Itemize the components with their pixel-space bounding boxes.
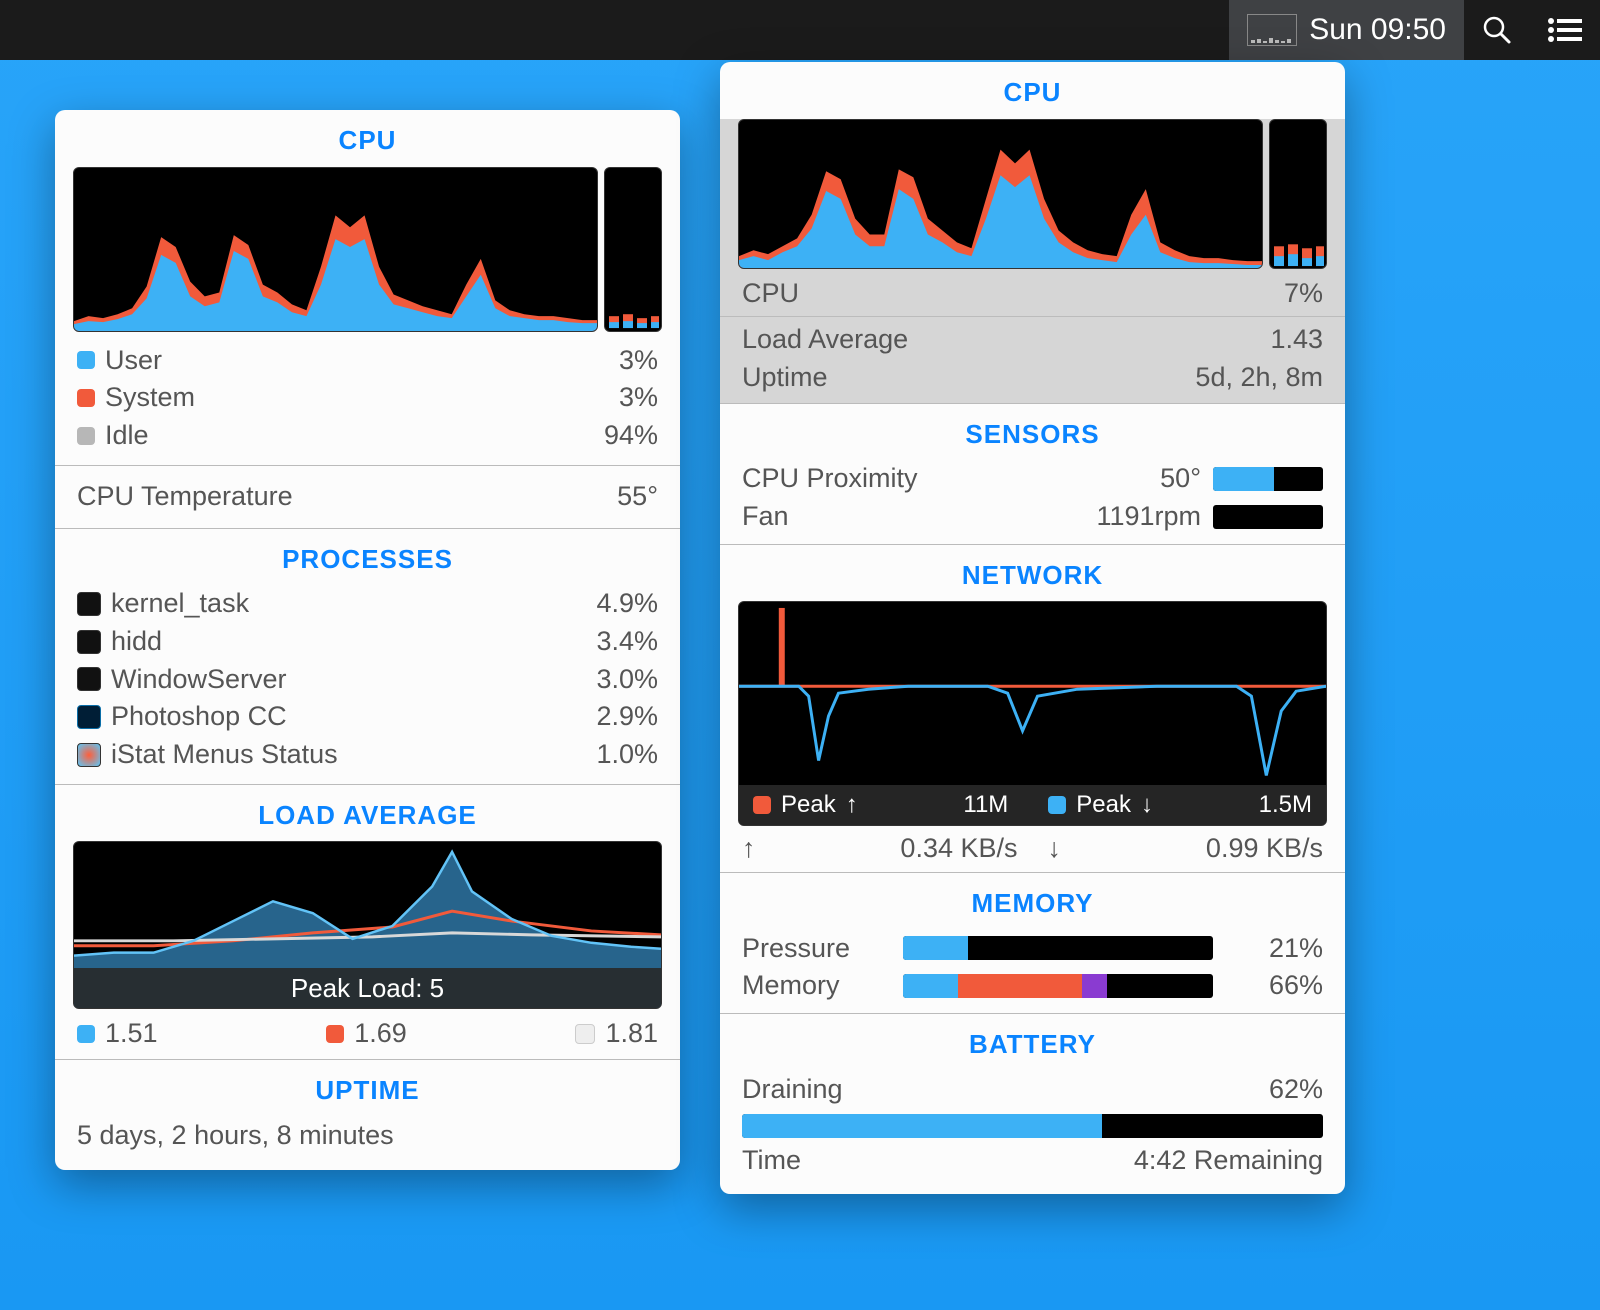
battery-bar xyxy=(742,1114,1323,1138)
swatch-blue-icon xyxy=(77,1025,95,1043)
swatch-red-icon xyxy=(753,796,771,814)
menubar-istat-item[interactable]: Sun 09:50 xyxy=(1229,0,1464,60)
cpu-idle-value: 94% xyxy=(604,419,658,453)
uptime-row: 5 days, 2 hours, 8 minutes xyxy=(55,1117,680,1171)
right-cpu-title: CPU xyxy=(720,62,1345,119)
process-row-1[interactable]: hidd 3.4% xyxy=(55,623,680,661)
cpu-temp-row: CPU Temperature 55° xyxy=(55,466,680,528)
right-cpu-row: CPU 7% xyxy=(720,269,1345,313)
swatch-blue-icon xyxy=(1048,796,1066,814)
terminal-icon xyxy=(77,630,101,654)
load-avg-title: LOAD AVERAGE xyxy=(55,785,680,842)
swatch-red-icon xyxy=(326,1025,344,1043)
uptime-title: UPTIME xyxy=(55,1060,680,1117)
arrow-up-icon: ↑ xyxy=(846,790,858,820)
memory-usage-row: Memory 66% xyxy=(720,967,1345,1005)
process-row-4[interactable]: iStat Menus Status 1.0% xyxy=(55,736,680,774)
terminal-icon xyxy=(77,667,101,691)
cpu-system-label: System xyxy=(105,381,195,415)
memory-pressure-row: Pressure 21% xyxy=(720,930,1345,968)
right-panel: CPU CPU 7% Load Av xyxy=(720,62,1345,1194)
swatch-grey-icon xyxy=(77,427,95,445)
right-loadavg-row: Load Average 1.43 xyxy=(720,321,1345,359)
cpu-user-row: User 3% xyxy=(55,342,680,380)
swatch-red-icon xyxy=(77,389,95,407)
process-row-2[interactable]: WindowServer 3.0% xyxy=(55,661,680,699)
processes-title: PROCESSES xyxy=(55,529,680,586)
sensor-fan-row: Fan 1191rpm xyxy=(720,498,1345,536)
istat-icon xyxy=(77,743,101,767)
network-title: NETWORK xyxy=(720,545,1345,602)
sensors-title: SENSORS xyxy=(720,404,1345,461)
battery-title: BATTERY xyxy=(720,1014,1345,1071)
cpu-system-value: 3% xyxy=(619,381,658,415)
menubar-list[interactable] xyxy=(1530,0,1600,60)
cpu-idle-label: Idle xyxy=(105,419,149,453)
network-legend: Peak ↑ 11M Peak ↓ 1.5M xyxy=(739,785,1326,825)
pressure-bar xyxy=(903,936,1213,960)
right-uptime-row: Uptime 5d, 2h, 8m xyxy=(720,359,1345,397)
swatch-blue-icon xyxy=(77,351,95,369)
load-avg-chart: Peak Load: 5 xyxy=(73,841,662,1009)
left-cpu-chart xyxy=(73,167,662,332)
battery-state-row: Draining 62% xyxy=(720,1071,1345,1109)
network-chart: Peak ↑ 11M Peak ↓ 1.5M xyxy=(738,601,1327,826)
arrow-down-icon: ↓ xyxy=(1141,790,1153,820)
memory-title: MEMORY xyxy=(720,873,1345,930)
left-cpu-title: CPU xyxy=(55,110,680,167)
swatch-white-icon xyxy=(575,1024,595,1044)
menubar-clock: Sun 09:50 xyxy=(1309,13,1446,47)
peak-load-caption: Peak Load: 5 xyxy=(74,968,661,1008)
cpu-temp-value: 55° xyxy=(617,480,658,514)
uptime-value: 5 days, 2 hours, 8 minutes xyxy=(77,1119,394,1153)
load-avg-legend: 1.51 1.69 1.81 xyxy=(55,1009,680,1059)
menubar: Sun 09:50 xyxy=(0,0,1600,60)
memory-bar xyxy=(903,974,1213,998)
photoshop-icon xyxy=(77,705,101,729)
network-speed-row: ↑ 0.34 KB/s ↓ 0.99 KB/s xyxy=(720,826,1345,872)
menubar-search[interactable] xyxy=(1464,0,1530,60)
list-icon xyxy=(1548,17,1582,43)
sensor-proximity-bar xyxy=(1213,467,1323,491)
cpu-idle-row: Idle 94% xyxy=(55,417,680,455)
terminal-icon xyxy=(77,592,101,616)
sensor-fan-bar xyxy=(1213,505,1323,529)
sensor-proximity-row: CPU Proximity 50° xyxy=(720,460,1345,498)
right-cpu-chart xyxy=(738,119,1327,269)
battery-time-row: Time 4:42 Remaining xyxy=(720,1138,1345,1194)
cpu-system-row: System 3% xyxy=(55,379,680,417)
cpu-chart-svg xyxy=(74,168,597,331)
cpu-user-label: User xyxy=(105,344,162,378)
arrow-down-icon: ↓ xyxy=(1048,832,1062,866)
cpu-user-value: 3% xyxy=(619,344,658,378)
cpu-temp-label: CPU Temperature xyxy=(77,480,293,514)
arrow-up-icon: ↑ xyxy=(742,832,756,866)
cpu-graph-icon xyxy=(1247,14,1297,46)
left-panel: CPU User 3% System 3% Idle 94% CPU xyxy=(55,110,680,1170)
process-row-3[interactable]: Photoshop CC 2.9% xyxy=(55,698,680,736)
process-row-0[interactable]: kernel_task 4.9% xyxy=(55,585,680,623)
search-icon xyxy=(1482,15,1512,45)
